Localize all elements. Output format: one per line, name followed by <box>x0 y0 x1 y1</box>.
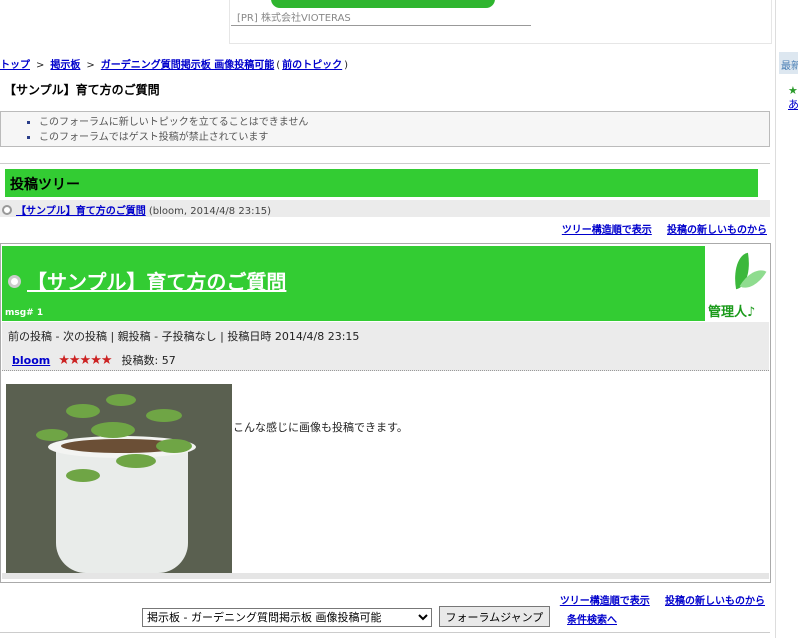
post-tree-header: 投稿ツリー <box>5 169 758 197</box>
paren-open: ( <box>276 60 281 71</box>
breadcrumb: トップ > 掲示板 > ガーデニング質問掲示板 画像投稿可能(前のトピック) <box>0 56 350 71</box>
post-tree-meta: (bloom, 2014/4/8 23:15) <box>148 206 272 217</box>
tree-order-link[interactable]: ツリー構造順で表示 <box>560 596 650 607</box>
author-line: bloom ★★★★★ 投稿数: 57 <box>12 352 176 368</box>
rating-stars-icon: ★★★★★ <box>58 353 112 368</box>
breadcrumb-forum[interactable]: ガーデニング質問掲示板 画像投稿可能 <box>101 60 274 71</box>
newest-first-link[interactable]: 投稿の新しいものから <box>665 596 765 607</box>
post-body: こんな感じに画像も投稿できます。 <box>233 421 408 434</box>
tree-view-links: ツリー構造順で表示 投稿の新しいものから <box>550 221 767 236</box>
leaf-shape <box>66 469 100 482</box>
admin-badge-label: 管理人♪ <box>708 305 756 320</box>
bottom-view-links: ツリー構造順で表示 投稿の新しいものから <box>548 592 765 607</box>
author-link[interactable]: bloom <box>12 354 50 367</box>
prev-topic-link[interactable]: 前のトピック <box>282 60 342 71</box>
post-info-band: 前の投稿 - 次の投稿 | 親投稿 - 子投稿なし | 投稿日時 2014/4/… <box>2 322 769 371</box>
bottom-divider <box>0 632 770 633</box>
notice-item: このフォーラムではゲスト投稿が禁止されています <box>39 130 769 145</box>
message-number: msg# 1 <box>5 308 44 318</box>
admin-avatar: 管理人♪ <box>705 246 769 321</box>
newest-first-link[interactable]: 投稿の新しいものから <box>667 225 767 236</box>
page-title: 【サンプル】育て方のご質問 <box>4 83 160 97</box>
post-title-link[interactable]: 【サンプル】育て方のご質問 <box>27 270 286 294</box>
post-title: 【サンプル】育て方のご質問 <box>6 266 286 295</box>
post-footer-strip <box>2 573 769 579</box>
forum-select[interactable]: 掲示板 - ガーデニング質問掲示板 画像投稿可能 <box>142 607 432 627</box>
post-tree-link[interactable]: 【サンプル】育て方のご質問 <box>16 206 146 217</box>
ad-text[interactable]: [PR] 株式会社VIOTERAS <box>237 9 351 24</box>
leaf-shape <box>146 409 182 422</box>
forum-notice-box: このフォーラムに新しいトピックを立てることはできません このフォーラムではゲスト… <box>0 111 770 147</box>
post-nav-line: 前の投稿 - 次の投稿 | 親投稿 - 子投稿なし | 投稿日時 2014/4/… <box>8 330 360 343</box>
leaf-shape <box>66 404 100 418</box>
paren-close: ) <box>344 60 349 71</box>
post: 【サンプル】育て方のご質問 msg# 1 管理人♪ 前の投稿 - 次の投稿 | … <box>0 243 771 583</box>
leaf-shape <box>106 394 136 406</box>
post-count: 投稿数: 57 <box>121 354 176 367</box>
ad-banner[interactable] <box>271 0 495 8</box>
post-image[interactable] <box>6 384 232 573</box>
bullet-icon <box>8 275 21 288</box>
breadcrumb-board[interactable]: 掲示板 <box>50 60 80 71</box>
leaf-shape <box>156 439 192 453</box>
breadcrumb-separator: > <box>36 60 45 71</box>
leaf-shape <box>36 429 68 441</box>
post-tree-row: 【サンプル】育て方のご質問 (bloom, 2014/4/8 23:15) <box>0 200 770 217</box>
ad-divider <box>231 25 531 26</box>
breadcrumb-separator: > <box>86 60 95 71</box>
forum-jump-row: 掲示板 - ガーデニング質問掲示板 画像投稿可能 フォーラムジャンプ <box>142 606 551 627</box>
tree-order-link[interactable]: ツリー構造順で表示 <box>562 225 652 236</box>
forum-jump-button[interactable]: フォーラムジャンプ <box>438 606 551 627</box>
right-sidebar-tab[interactable]: 最新 <box>779 52 798 74</box>
post-tree: 投稿ツリー 【サンプル】育て方のご質問 (bloom, 2014/4/8 23:… <box>0 163 770 241</box>
leaf-shape <box>91 422 135 438</box>
leaf-shape <box>116 454 156 468</box>
notice-item: このフォーラムに新しいトピックを立てることはできません <box>39 115 769 130</box>
advanced-search-link[interactable]: 条件検索へ <box>567 611 617 626</box>
post-header: 【サンプル】育て方のご質問 msg# 1 <box>2 246 705 321</box>
bullet-icon <box>2 205 12 215</box>
breadcrumb-top[interactable]: トップ <box>0 60 30 71</box>
right-sidebar-link[interactable]: あ <box>788 96 798 112</box>
